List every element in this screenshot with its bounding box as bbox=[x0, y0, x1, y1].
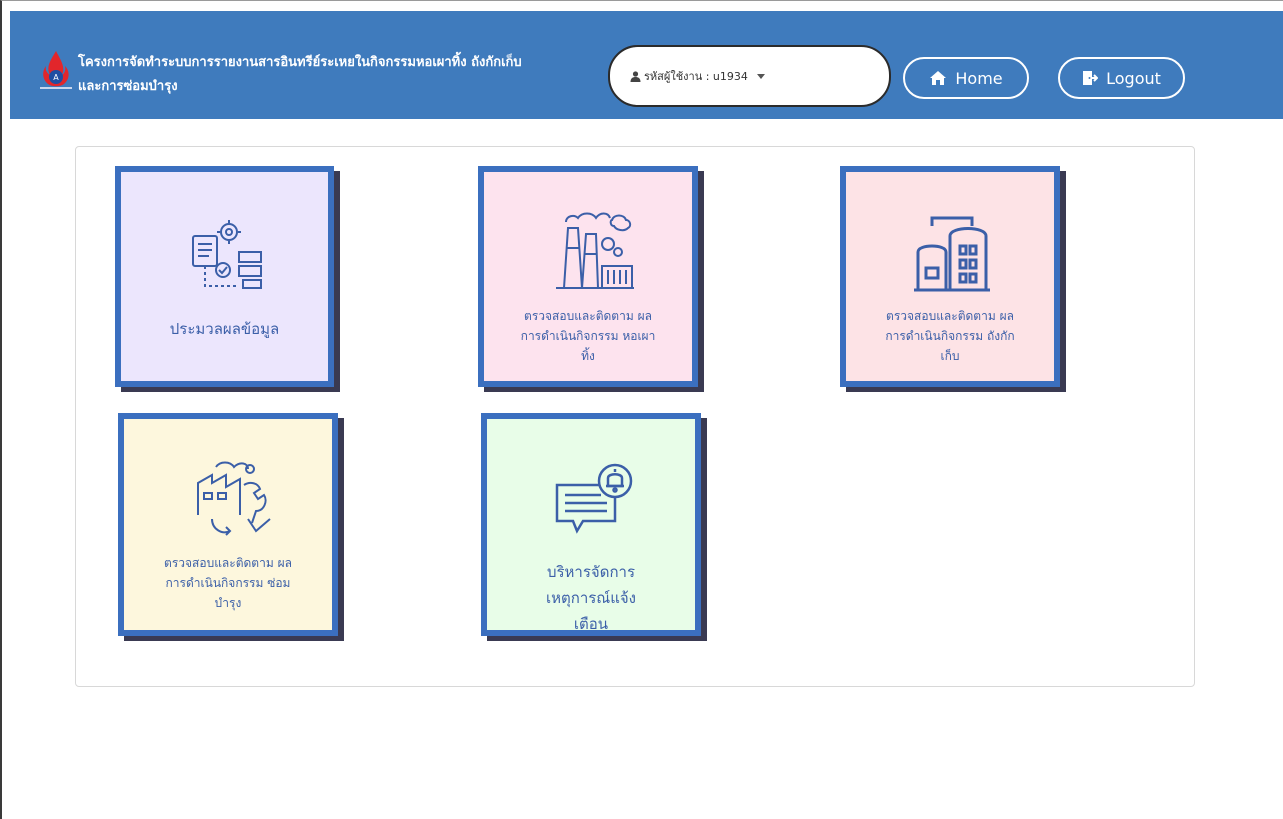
storage-tank-icon bbox=[914, 216, 990, 292]
card-label: บริหารจัดการ เหตุการณ์แจ้งเตือน bbox=[545, 563, 636, 633]
home-icon bbox=[930, 71, 947, 85]
card-alert-management[interactable]: บริหารจัดการ เหตุการณ์แจ้งเตือน bbox=[481, 413, 701, 636]
card-maintenance-monitoring[interactable]: ตรวจสอบและติดตาม ผลการดำเนินกิจกรรม ซ่อม… bbox=[118, 413, 338, 636]
home-button[interactable]: Home bbox=[903, 57, 1029, 99]
home-button-label: Home bbox=[955, 68, 1003, 88]
logout-button-label: Logout bbox=[1106, 68, 1161, 88]
card-label: ประมวลผลข้อมูล bbox=[169, 320, 280, 338]
card-data-processing[interactable]: ประมวลผลข้อมูล bbox=[115, 166, 334, 387]
card-storage-tank-monitoring[interactable]: ตรวจสอบและติดตาม ผลการดำเนินกิจกรรม ถังก… bbox=[840, 166, 1060, 387]
logout-icon bbox=[1083, 71, 1099, 85]
chevron-down-icon bbox=[756, 73, 765, 79]
data-process-gear-icon bbox=[192, 220, 262, 289]
page: A โครงการจัดทำระบบการรายงานสารอินทรีย์ระ… bbox=[0, 0, 1283, 819]
top-navbar: A โครงการจัดทำระบบการรายงานสารอินทรีย์ระ… bbox=[10, 11, 1283, 119]
alert-bell-message-icon bbox=[555, 463, 633, 534]
logout-button[interactable]: Logout bbox=[1058, 57, 1185, 99]
user-icon bbox=[630, 70, 641, 82]
factory-maintenance-wrench-icon bbox=[197, 461, 271, 536]
card-label: ตรวจสอบและติดตาม ผลการดำเนินกิจกรรม ซ่อม… bbox=[164, 556, 292, 610]
user-dropdown[interactable]: รหัสผู้ใช้งาน : u1934 bbox=[608, 45, 891, 107]
flame-logo-icon: A bbox=[40, 51, 72, 89]
card-label: ตรวจสอบและติดตาม ผลการดำเนินกิจกรรม หอเผ… bbox=[520, 309, 656, 363]
card-label: ตรวจสอบและติดตาม ผลการดำเนินกิจกรรม ถังก… bbox=[885, 309, 1015, 363]
card-flare-monitoring[interactable]: ตรวจสอบและติดตาม ผลการดำเนินกิจกรรม หอเผ… bbox=[478, 166, 698, 387]
user-id-label: รหัสผู้ใช้งาน : u1934 bbox=[644, 70, 748, 83]
app-title: โครงการจัดทำระบบการรายงานสารอินทรีย์ระเห… bbox=[78, 55, 522, 94]
svg-text:A: A bbox=[53, 73, 59, 82]
factory-chimney-icon bbox=[556, 212, 634, 289]
